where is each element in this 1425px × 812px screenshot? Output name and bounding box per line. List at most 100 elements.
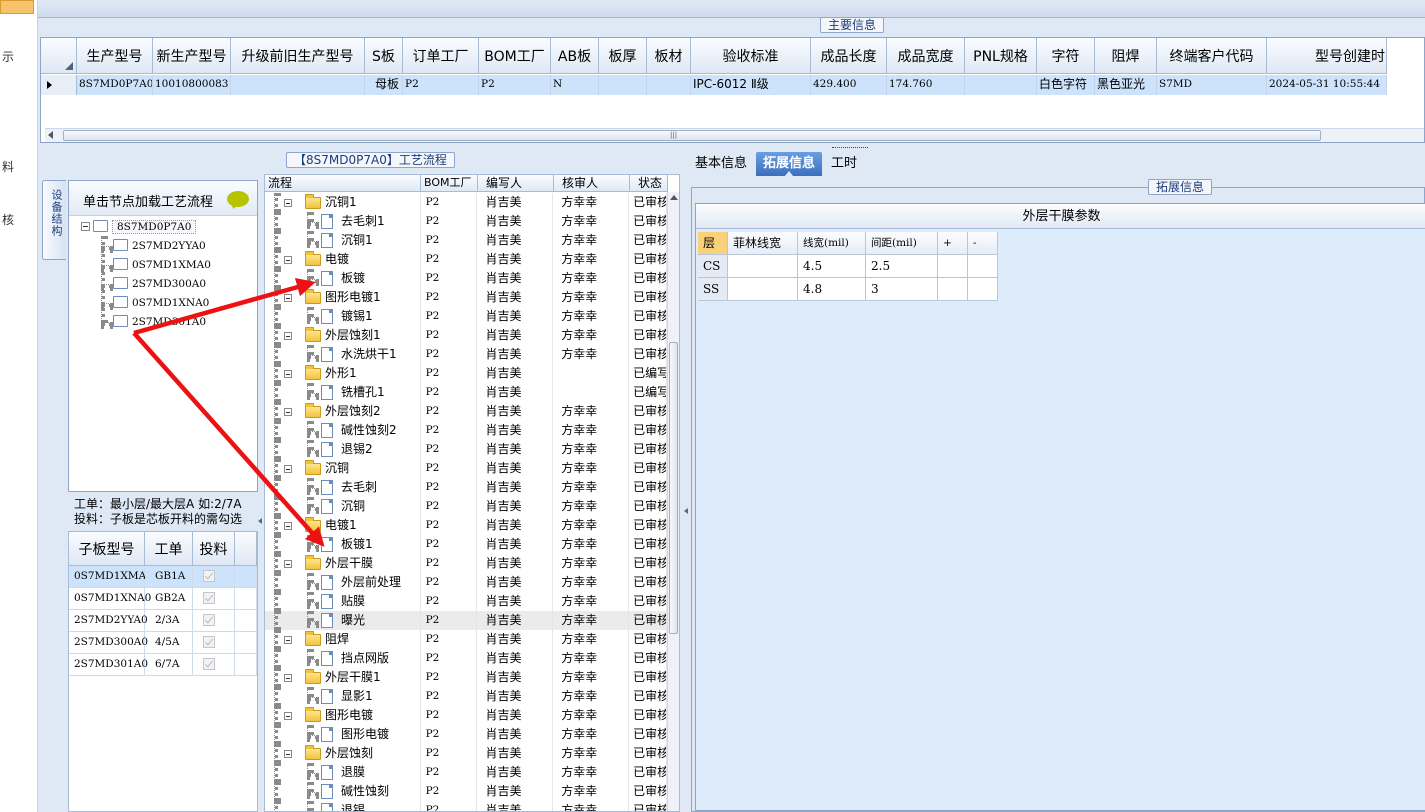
process-row[interactable]: 贴膜 P2 肖吉美 方幸幸 已审核: [265, 592, 667, 611]
process-row[interactable]: 外层蚀刻1 P2 肖吉美 方幸幸 已审核: [265, 326, 667, 345]
main-col-header[interactable]: 生产型号: [77, 38, 153, 74]
main-col-header[interactable]: 成品长度: [811, 38, 887, 74]
vertical-tab-structure[interactable]: 设备结构: [42, 180, 66, 260]
layer-col-header[interactable]: 菲林线宽: [728, 232, 798, 255]
tab-work-hours[interactable]: 工时: [824, 152, 864, 176]
main-cell[interactable]: N: [551, 75, 599, 95]
layer-cell[interactable]: 4.8: [798, 278, 866, 301]
process-row[interactable]: 曝光 P2 肖吉美 方幸幸 已审核: [265, 611, 667, 630]
main-col-header[interactable]: 字符: [1037, 38, 1095, 74]
process-row[interactable]: 阻焊 P2 肖吉美 方幸幸 已审核: [265, 630, 667, 649]
subboard-col-header[interactable]: 工单: [145, 532, 193, 566]
process-row[interactable]: 去毛刺 P2 肖吉美 方幸幸 已审核: [265, 478, 667, 497]
layer-cell[interactable]: [938, 278, 968, 301]
collapse-icon[interactable]: [284, 408, 292, 416]
main-col-header[interactable]: 订单工厂: [403, 38, 479, 74]
process-row[interactable]: 外层干膜1 P2 肖吉美 方幸幸 已审核: [265, 668, 667, 687]
main-col-header[interactable]: 升级前旧生产型号: [231, 38, 365, 74]
collapse-icon[interactable]: [284, 750, 292, 758]
layer-cell[interactable]: [938, 255, 968, 278]
left-nav-fragment[interactable]: 核: [2, 211, 14, 228]
process-row[interactable]: 外层蚀刻2 P2 肖吉美 方幸幸 已审核: [265, 402, 667, 421]
main-info-hscrollbar[interactable]: |||: [45, 128, 1424, 142]
process-row[interactable]: 显影1 P2 肖吉美 方幸幸 已审核: [265, 687, 667, 706]
main-cell[interactable]: [599, 75, 647, 95]
scroll-left-icon[interactable]: [48, 131, 53, 139]
main-cell[interactable]: 母板: [365, 75, 403, 95]
subboard-row[interactable]: 0S7MD1XMA0 GB1A: [69, 566, 257, 588]
process-row[interactable]: 沉铜 P2 肖吉美 方幸幸 已审核: [265, 497, 667, 516]
main-col-header[interactable]: 新生产型号: [153, 38, 231, 74]
process-row[interactable]: 退锡 P2 肖吉美 方幸幸 已审核: [265, 801, 667, 811]
subboard-row[interactable]: 2S7MD2YYA0 2/3A: [69, 610, 257, 632]
tree-root-node[interactable]: 8S7MD0P7A0: [81, 218, 197, 236]
process-row[interactable]: 外层蚀刻 P2 肖吉美 方幸幸 已审核: [265, 744, 667, 763]
main-cell[interactable]: IPC-6012 Ⅱ级: [691, 75, 811, 95]
process-row[interactable]: 外层前处理 P2 肖吉美 方幸幸 已审核: [265, 573, 667, 592]
process-row[interactable]: 去毛刺1 P2 肖吉美 方幸幸 已审核: [265, 212, 667, 231]
layer-col-header[interactable]: 线宽(mil): [798, 232, 866, 255]
layer-cell[interactable]: [728, 255, 798, 278]
process-row[interactable]: 电镀1 P2 肖吉美 方幸幸 已审核: [265, 516, 667, 535]
tab-basic-info[interactable]: 基本信息: [688, 152, 754, 176]
main-cell[interactable]: P2: [479, 75, 551, 95]
subboard-row[interactable]: 2S7MD301A0 6/7A: [69, 654, 257, 676]
main-cell[interactable]: 白色字符: [1037, 75, 1095, 95]
main-cell[interactable]: [231, 75, 365, 95]
subboard-row[interactable]: 2S7MD300A0 4/5A: [69, 632, 257, 654]
scroll-up-icon[interactable]: [670, 195, 678, 200]
feed-checkbox[interactable]: [203, 570, 215, 582]
left-nav-fragment[interactable]: 示: [2, 48, 14, 65]
process-row[interactable]: 图形电镀1 P2 肖吉美 方幸幸 已审核: [265, 288, 667, 307]
main-cell[interactable]: 429.400: [811, 75, 887, 95]
chat-bubble-icon[interactable]: [227, 191, 249, 207]
scroll-thumb[interactable]: [669, 342, 678, 634]
main-col-header[interactable]: 验收标准: [691, 38, 811, 74]
layer-cell[interactable]: 4.5: [798, 255, 866, 278]
layer-col-header[interactable]: 层: [698, 232, 728, 255]
collapse-icon[interactable]: [284, 465, 292, 473]
feed-checkbox[interactable]: [203, 636, 215, 648]
process-row[interactable]: 沉铜 P2 肖吉美 方幸幸 已审核: [265, 459, 667, 478]
subboard-row[interactable]: 0S7MD1XNA0 GB2A: [69, 588, 257, 610]
feed-checkbox[interactable]: [203, 658, 215, 670]
main-col-header[interactable]: 板材: [647, 38, 691, 74]
feed-checkbox[interactable]: [203, 592, 215, 604]
left-nav-active-tab[interactable]: [0, 0, 34, 14]
main-col-header[interactable]: 终端客户代码: [1157, 38, 1267, 74]
layer-cell[interactable]: [968, 255, 998, 278]
collapse-icon[interactable]: [284, 294, 292, 302]
main-cell[interactable]: S7MD: [1157, 75, 1267, 95]
layer-col-header[interactable]: +: [938, 232, 968, 255]
tree-child-node[interactable]: 0S7MD1XNA0: [113, 294, 209, 312]
feed-checkbox[interactable]: [203, 614, 215, 626]
left-nav-fragment[interactable]: 料: [2, 158, 14, 175]
process-row[interactable]: 碱性蚀刻2 P2 肖吉美 方幸幸 已审核: [265, 421, 667, 440]
layer-col-header[interactable]: 间距(mil): [866, 232, 938, 255]
main-cell[interactable]: [647, 75, 691, 95]
collapse-icon[interactable]: [284, 256, 292, 264]
subboard-col-header[interactable]: 投料: [193, 532, 235, 566]
layer-cell[interactable]: 2.5: [866, 255, 938, 278]
process-row[interactable]: 电镀 P2 肖吉美 方幸幸 已审核: [265, 250, 667, 269]
collapse-icon[interactable]: [284, 636, 292, 644]
main-cell[interactable]: P2: [403, 75, 479, 95]
process-row[interactable]: 退膜 P2 肖吉美 方幸幸 已审核: [265, 763, 667, 782]
collapse-icon[interactable]: [284, 370, 292, 378]
tab-extended-info[interactable]: 拓展信息: [756, 152, 823, 177]
process-row[interactable]: 退锡2 P2 肖吉美 方幸幸 已审核: [265, 440, 667, 459]
collapse-icon[interactable]: [284, 674, 292, 682]
process-col-header[interactable]: 编写人: [478, 175, 554, 192]
process-row[interactable]: 沉铜1 P2 肖吉美 方幸幸 已审核: [265, 193, 667, 212]
process-row[interactable]: 挡点网版 P2 肖吉美 方幸幸 已审核: [265, 649, 667, 668]
process-vscrollbar[interactable]: [667, 192, 679, 811]
tree-child-node[interactable]: 2S7MD2YYA0: [113, 237, 206, 255]
tree-child-node[interactable]: 2S7MD300A0: [113, 275, 206, 293]
process-row[interactable]: 板镀1 P2 肖吉美 方幸幸 已审核: [265, 535, 667, 554]
main-cell[interactable]: [965, 75, 1037, 95]
process-row[interactable]: 板镀 P2 肖吉美 方幸幸 已审核: [265, 269, 667, 288]
layer-cell[interactable]: [728, 278, 798, 301]
collapse-icon[interactable]: [284, 522, 292, 530]
collapse-icon[interactable]: [284, 332, 292, 340]
layer-row[interactable]: SS 4.8 3: [698, 278, 998, 301]
